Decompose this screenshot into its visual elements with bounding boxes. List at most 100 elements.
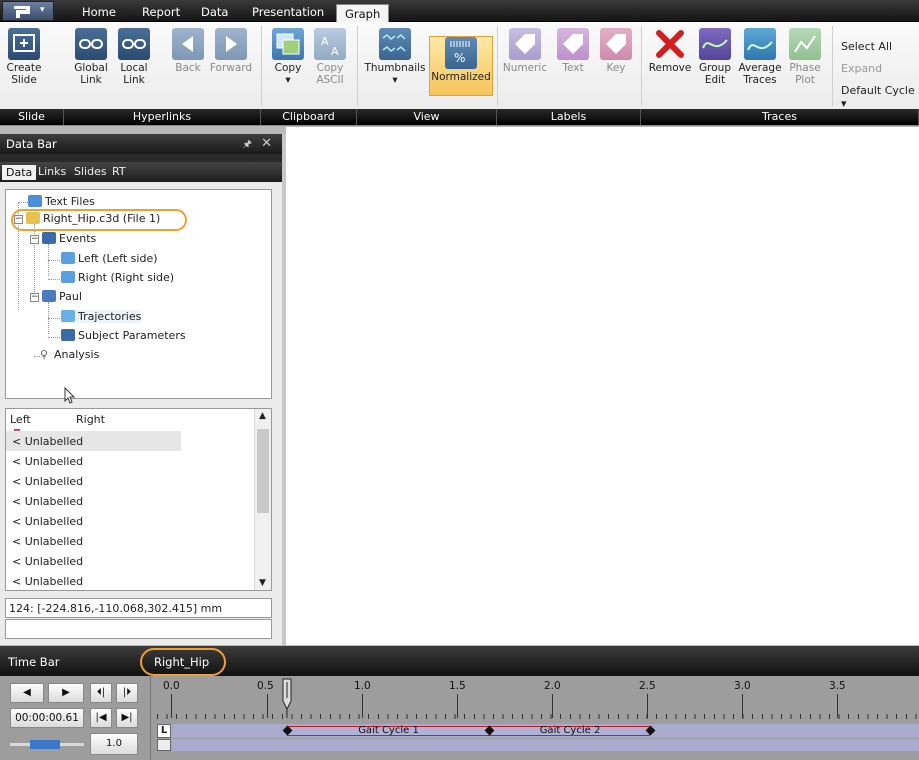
subtab-slides[interactable]: Slides <box>70 164 111 179</box>
play-button[interactable]: ▶ <box>48 683 84 703</box>
major-tick <box>647 694 648 718</box>
back-button[interactable]: Back <box>170 28 206 74</box>
gait-cycle-1[interactable]: Gait Cycle 1 <box>287 726 490 736</box>
step-forward-button[interactable]: |⏵ <box>116 683 138 703</box>
list-item[interactable]: < Unlabelled <box>6 531 181 551</box>
select-all-command[interactable]: Select All <box>841 40 892 53</box>
expand-command[interactable]: Expand <box>841 62 882 75</box>
local-link-button[interactable]: Local Link <box>116 28 152 86</box>
time-ruler[interactable]: 0.0 0.5 1.0 1.5 2.0 2.5 3.0 3.5 <box>157 676 919 724</box>
pin-icon[interactable]: 🖈 <box>243 137 252 154</box>
tree-item-text-files[interactable]: Text Files <box>28 195 95 208</box>
scroll-thumb[interactable] <box>257 429 269 513</box>
default-cycle-command[interactable]: Default Cycle ▾ <box>841 84 919 110</box>
list-item[interactable]: < Unlabelled <box>6 431 181 451</box>
thumbnails-label: Thumbnails <box>364 62 426 74</box>
forward-arrow-icon <box>215 28 247 60</box>
global-link-label: Global Link <box>74 62 108 86</box>
tab-presentation[interactable]: Presentation <box>244 3 332 22</box>
forward-button[interactable]: Forward <box>208 28 254 74</box>
go-to-start-button[interactable]: |◀ <box>90 708 112 728</box>
list-item[interactable]: < Unlabelled <box>6 491 181 511</box>
speed-value[interactable]: 1.0 <box>90 733 138 755</box>
marker-list: Left Right < Unlabelled < Unlabelled < U… <box>5 408 272 591</box>
key-label-button[interactable]: Key <box>598 28 634 74</box>
copy-button[interactable]: Copy ▾ <box>268 28 308 86</box>
speed-slider-thumb[interactable] <box>30 740 60 749</box>
list-item[interactable]: < Unlabelled <box>6 551 181 571</box>
app-logo-icon <box>14 6 30 18</box>
timebar-tab-highlight-oval <box>140 648 226 676</box>
tab-home[interactable]: Home <box>74 3 124 22</box>
numeric-label-button[interactable]: Numeric <box>502 28 548 74</box>
graph-canvas[interactable] <box>286 127 919 645</box>
group-edit-button[interactable]: Group Edit <box>696 28 734 86</box>
event-right-icon <box>61 271 75 283</box>
average-traces-button[interactable]: Average Traces <box>737 28 783 86</box>
thumbnails-icon <box>379 28 411 60</box>
gait-cycle-2[interactable]: Gait Cycle 2 <box>490 726 650 736</box>
tree-item-subject-parameters[interactable]: Subject Parameters <box>61 329 186 342</box>
data-tree: Text Files − Right_Hip.c3d (File 1) − Ev… <box>5 189 272 399</box>
scroll-up-icon[interactable]: ▲ <box>259 411 266 421</box>
step-back-button[interactable]: ⏴| <box>90 683 112 703</box>
tree-item-analysis[interactable]: ⚲ Analysis <box>40 348 99 361</box>
secondary-status <box>5 619 272 639</box>
ribbon: Create Slide Global Link Local Link Back… <box>0 22 919 126</box>
major-tick <box>457 694 458 718</box>
subject-person-icon <box>42 290 56 302</box>
timebar-header: Time Bar Right_Hip <box>0 646 919 676</box>
list-item[interactable]: < Unlabelled <box>6 451 181 471</box>
go-to-end-button[interactable]: ▶| <box>116 708 138 728</box>
text-tag-icon <box>557 28 589 60</box>
group-label-traces: Traces <box>641 109 919 125</box>
copy-ascii-label: Copy ASCII <box>316 62 344 86</box>
major-tick <box>742 694 743 718</box>
tree-label: Paul <box>59 290 82 303</box>
tab-data[interactable]: Data <box>193 3 236 22</box>
create-slide-label: Create Slide <box>6 62 42 86</box>
subtab-data[interactable]: Data <box>2 165 37 180</box>
tab-graph[interactable]: Graph <box>336 4 390 22</box>
column-left[interactable]: Left <box>10 413 31 426</box>
column-right[interactable]: Right <box>76 413 105 426</box>
playhead-marker[interactable] <box>282 678 292 718</box>
thumbnails-button[interactable]: Thumbnails ▾ <box>362 28 428 86</box>
tab-report[interactable]: Report <box>134 3 188 22</box>
tree-item-trajectories[interactable]: Trajectories <box>61 310 142 323</box>
phase-plot-icon <box>789 28 821 60</box>
tree-item-events[interactable]: Events <box>42 232 96 245</box>
list-item[interactable]: < Unlabelled <box>6 511 181 531</box>
group-edit-label: Group Edit <box>699 62 731 86</box>
global-link-button[interactable]: Global Link <box>72 28 110 86</box>
tree-item-subject[interactable]: Paul <box>42 290 82 303</box>
copy-ascii-button[interactable]: AA Copy ASCII <box>312 28 348 86</box>
subtab-rt[interactable]: RT <box>108 164 130 179</box>
remove-button[interactable]: Remove <box>647 28 693 74</box>
tree-item-right-events[interactable]: Right (Right side) <box>61 271 174 284</box>
major-tick <box>552 694 553 718</box>
application-menu-button[interactable]: ▾ <box>2 1 54 21</box>
scroll-down-icon[interactable]: ▼ <box>259 578 266 588</box>
subtab-links[interactable]: Links <box>34 164 70 179</box>
time-display[interactable]: 00:00:00.61 <box>10 708 84 728</box>
normalized-button[interactable]: % Normalized <box>429 36 493 96</box>
numeric-tag-icon <box>509 28 541 60</box>
collapse-events-toggle[interactable]: − <box>30 235 39 244</box>
average-traces-label: Average Traces <box>738 62 782 86</box>
collapse-subject-toggle[interactable]: − <box>30 293 39 302</box>
create-slide-button[interactable]: Create Slide <box>2 28 46 86</box>
copy-dropdown-icon[interactable]: ▾ <box>285 74 290 86</box>
close-icon[interactable]: ✕ <box>261 136 272 151</box>
create-slide-icon <box>8 28 40 60</box>
text-label-button[interactable]: Text <box>555 28 591 74</box>
play-reverse-button[interactable]: ◀ <box>10 683 44 703</box>
thumbnails-dropdown-icon[interactable]: ▾ <box>392 74 397 86</box>
tick-label: 3.5 <box>829 680 846 692</box>
list-item[interactable]: < Unlabelled <box>6 571 181 590</box>
tree-item-left-events[interactable]: Left (Left side) <box>61 252 158 265</box>
list-item[interactable]: < Unlabelled <box>6 471 181 491</box>
phase-plot-button[interactable]: Phase Plot <box>788 28 822 86</box>
list-scrollbar[interactable]: ▲ ▼ <box>254 409 271 590</box>
copy-label: Copy <box>274 62 302 74</box>
